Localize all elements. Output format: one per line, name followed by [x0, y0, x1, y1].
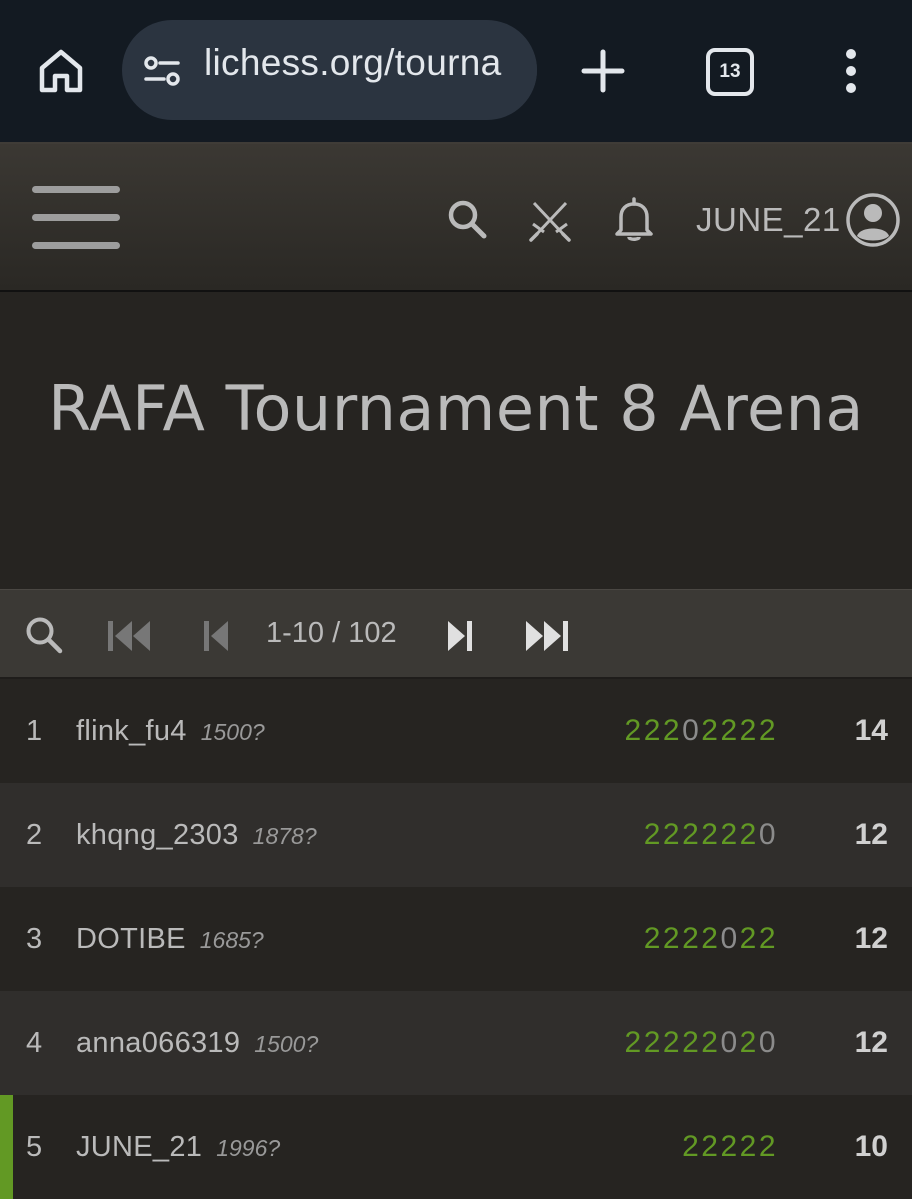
bell-icon[interactable] [612, 196, 656, 242]
url-text[interactable]: lichess.org/tourna [204, 42, 501, 84]
game-score-digit: 2 [720, 714, 740, 747]
game-score-digit: 2 [739, 714, 759, 747]
game-score-digit: 0 [682, 714, 702, 747]
score-sheet: 2222220 [644, 818, 778, 852]
game-score-digit: 0 [720, 922, 740, 955]
table-row[interactable]: 3 DOTIBE 1685? 2222022 12 [0, 887, 912, 991]
score-sheet: 2222022 [644, 922, 778, 956]
game-score-digit: 2 [662, 922, 683, 955]
game-score-digit: 2 [682, 1130, 702, 1163]
game-score-digit: 2 [643, 922, 663, 955]
score-sheet: 22222020 [625, 1026, 779, 1060]
game-score-digit: 2 [624, 1026, 644, 1059]
url-fade [497, 20, 537, 120]
table-row[interactable]: 2 khqng_2303 1878? 2222220 12 [0, 783, 912, 887]
address-bar[interactable]: lichess.org/tourna [122, 20, 537, 120]
game-score-digit: 2 [682, 818, 702, 851]
last-page-icon[interactable] [524, 619, 568, 653]
player-name[interactable]: DOTIBE [76, 923, 186, 956]
player-rating: 1500? [254, 1030, 319, 1057]
game-score-digit: 2 [739, 818, 759, 851]
game-score-digit: 2 [662, 714, 683, 747]
page-range: 1-10 / 102 [266, 617, 397, 649]
player-link[interactable]: flink_fu4 1500? [76, 715, 265, 748]
player-rating: 1996? [216, 1134, 281, 1161]
player-rating: 1685? [199, 926, 264, 953]
player-name[interactable]: JUNE_21 [76, 1131, 202, 1164]
player-score: 12 [854, 922, 888, 955]
plus-icon[interactable] [578, 46, 628, 96]
game-score-digit: 2 [758, 922, 778, 955]
game-score-digit: 2 [682, 922, 702, 955]
game-score-digit: 2 [720, 818, 740, 851]
table-row-current-user[interactable]: 5 JUNE_21 1996? 22222 10 [0, 1095, 912, 1199]
hamburger-menu-icon[interactable] [32, 186, 120, 250]
player-link[interactable]: JUNE_21 1996? [76, 1131, 280, 1164]
tab-switcher-button[interactable]: 13 [706, 48, 754, 96]
standings-pager: 1-10 / 102 [0, 589, 912, 679]
user-menu[interactable]: JUNE_21 [696, 192, 901, 248]
game-score-digit: 0 [720, 1026, 740, 1059]
player-rank: 4 [26, 1026, 43, 1059]
player-link[interactable]: khqng_2303 1878? [76, 819, 317, 852]
game-score-digit: 2 [701, 922, 721, 955]
game-score-digit: 2 [720, 1130, 740, 1163]
player-score: 12 [854, 1026, 888, 1059]
game-score-digit: 0 [758, 1026, 778, 1059]
score-sheet: 22222 [682, 1130, 778, 1164]
game-score-digit: 2 [643, 1026, 663, 1059]
game-score-digit: 2 [662, 1026, 683, 1059]
next-page-icon[interactable] [446, 619, 474, 653]
player-rank: 5 [26, 1130, 43, 1163]
game-score-digit: 2 [701, 1026, 721, 1059]
site-settings-icon[interactable] [142, 51, 182, 91]
game-score-digit: 2 [739, 1026, 759, 1059]
game-score-digit: 2 [701, 1130, 721, 1163]
search-icon[interactable] [24, 615, 64, 655]
player-link[interactable]: DOTIBE 1685? [76, 923, 264, 956]
site-header: JUNE_21 [0, 142, 912, 292]
tab-count: 13 [719, 61, 741, 82]
home-icon[interactable] [36, 46, 86, 96]
score-sheet: 22202222 [625, 714, 779, 748]
username-label[interactable]: JUNE_21 [696, 201, 841, 239]
first-page-icon[interactable] [108, 619, 152, 653]
player-name[interactable]: anna066319 [76, 1027, 240, 1060]
player-rating: 1500? [200, 718, 265, 745]
game-score-digit: 2 [758, 714, 778, 747]
page-title: RAFA Tournament 8 Arena [48, 372, 864, 445]
player-rating: 1878? [252, 822, 317, 849]
game-score-digit: 2 [643, 818, 663, 851]
player-rank: 2 [26, 818, 43, 851]
game-score-digit: 2 [662, 818, 683, 851]
game-score-digit: 2 [758, 1130, 778, 1163]
table-row[interactable]: 4 anna066319 1500? 22222020 12 [0, 991, 912, 1095]
user-avatar-icon[interactable] [845, 192, 901, 248]
player-link[interactable]: anna066319 1500? [76, 1027, 318, 1060]
game-score-digit: 2 [643, 714, 663, 747]
browser-toolbar: lichess.org/tourna 13 [0, 0, 912, 142]
game-score-digit: 0 [758, 818, 778, 851]
search-icon[interactable] [446, 198, 488, 240]
player-name[interactable]: khqng_2303 [76, 819, 239, 852]
player-name[interactable]: flink_fu4 [76, 715, 187, 748]
previous-page-icon[interactable] [202, 619, 230, 653]
game-score-digit: 2 [624, 714, 644, 747]
game-score-digit: 2 [739, 922, 759, 955]
player-score: 12 [854, 818, 888, 851]
game-score-digit: 2 [682, 1026, 702, 1059]
crossed-swords-icon[interactable] [529, 198, 571, 242]
table-row[interactable]: 1 flink_fu4 1500? 22202222 14 [0, 679, 912, 783]
more-vert-icon[interactable] [836, 46, 866, 96]
game-score-digit: 2 [701, 714, 721, 747]
game-score-digit: 2 [739, 1130, 759, 1163]
game-score-digit: 2 [701, 818, 721, 851]
player-score: 10 [854, 1130, 888, 1163]
player-score: 14 [854, 714, 888, 747]
player-rank: 1 [26, 714, 43, 747]
player-rank: 3 [26, 922, 43, 955]
standings-table: 1 flink_fu4 1500? 22202222 14 2 khqng_23… [0, 679, 912, 1199]
